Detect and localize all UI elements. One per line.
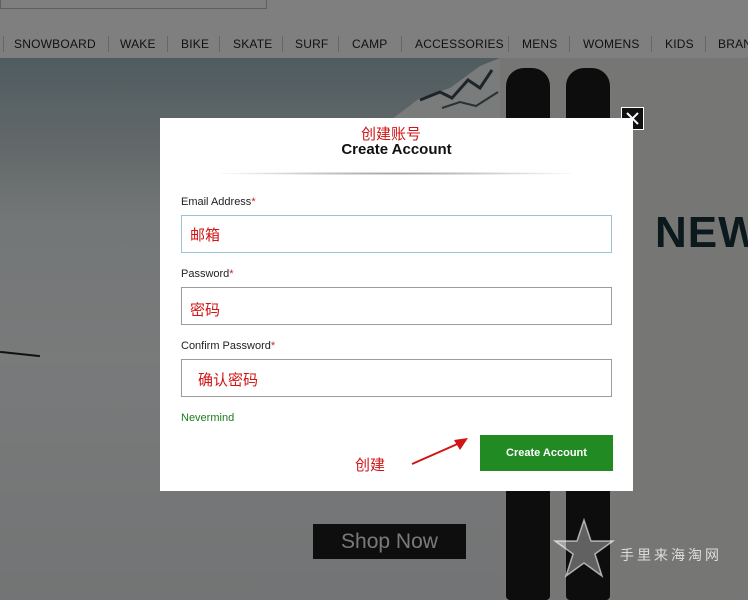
confirm-password-field[interactable]: 确认密码: [181, 359, 612, 397]
watermark-star-logo: [553, 518, 615, 578]
create-account-modal: 创建账号 Create Account Email Address* 邮箱 Pa…: [160, 118, 633, 491]
password-annotation: 密码: [190, 302, 221, 319]
nevermind-link[interactable]: Nevermind: [181, 412, 234, 424]
watermark-text: 手里来海淘网: [620, 548, 722, 564]
title-divider: [220, 172, 573, 175]
create-annotation: 创建: [355, 457, 386, 474]
arrow-icon: [411, 438, 468, 465]
create-account-button[interactable]: Create Account: [480, 435, 613, 471]
modal-title: Create Account: [341, 141, 452, 158]
confirm-password-label: Confirm Password*: [181, 340, 276, 352]
confirm-password-annotation: 确认密码: [198, 372, 259, 389]
password-label: Password*: [181, 268, 234, 280]
email-field[interactable]: 邮箱: [181, 215, 612, 253]
required-mark: *: [229, 268, 234, 280]
email-annotation: 邮箱: [190, 227, 221, 244]
email-label: Email Address*: [181, 196, 256, 208]
required-mark: *: [270, 340, 276, 352]
password-field[interactable]: 密码: [181, 287, 612, 325]
required-mark: *: [251, 196, 256, 208]
